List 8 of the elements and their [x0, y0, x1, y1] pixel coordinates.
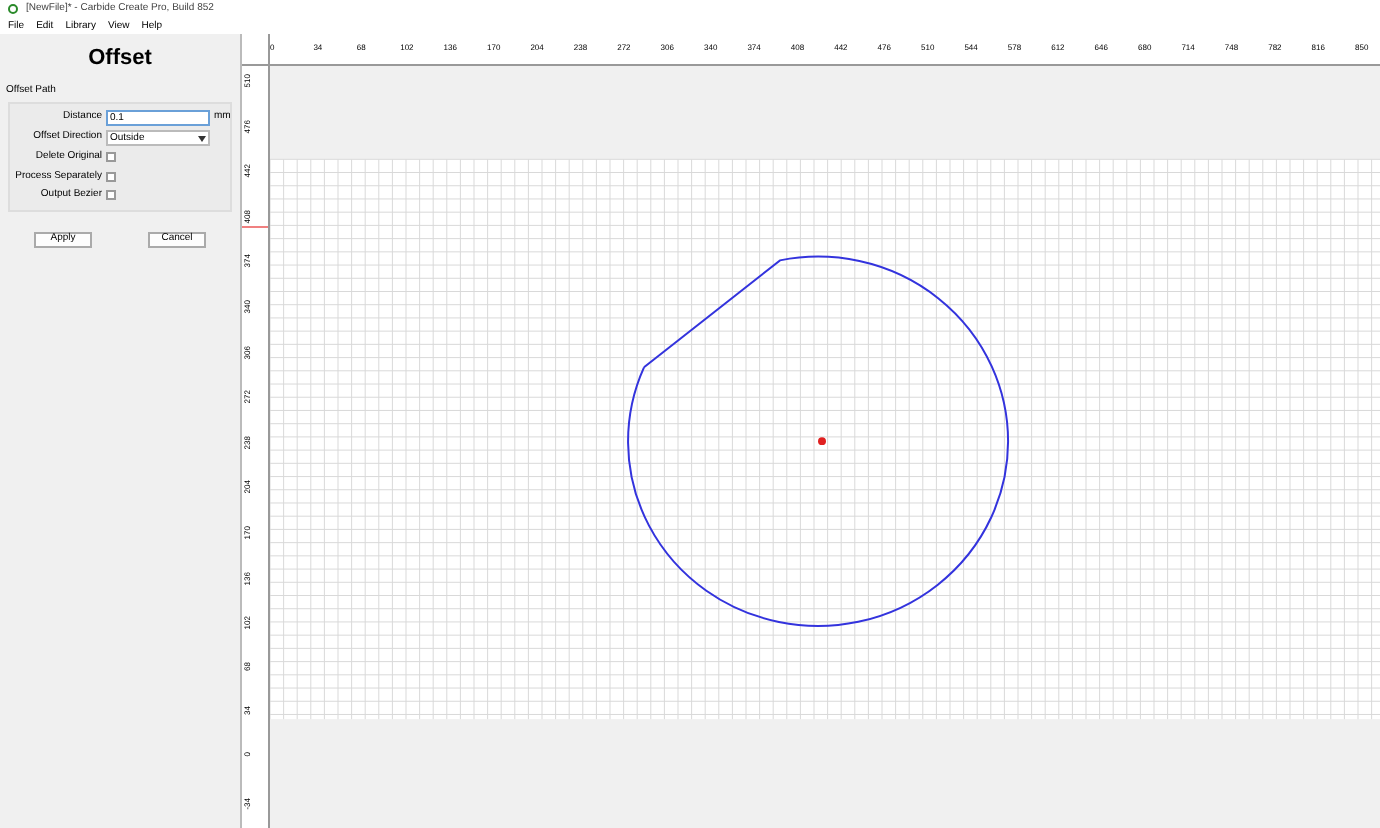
- app-icon: [8, 4, 18, 14]
- checkbox[interactable]: [106, 171, 116, 182]
- position-marker: [242, 226, 268, 228]
- caret-icon: [198, 135, 206, 141]
- origin-marker: [818, 437, 826, 446]
- panel-heading: Offset: [88, 44, 152, 74]
- checkbox[interactable]: [106, 152, 116, 163]
- checkbox[interactable]: [106, 190, 116, 201]
